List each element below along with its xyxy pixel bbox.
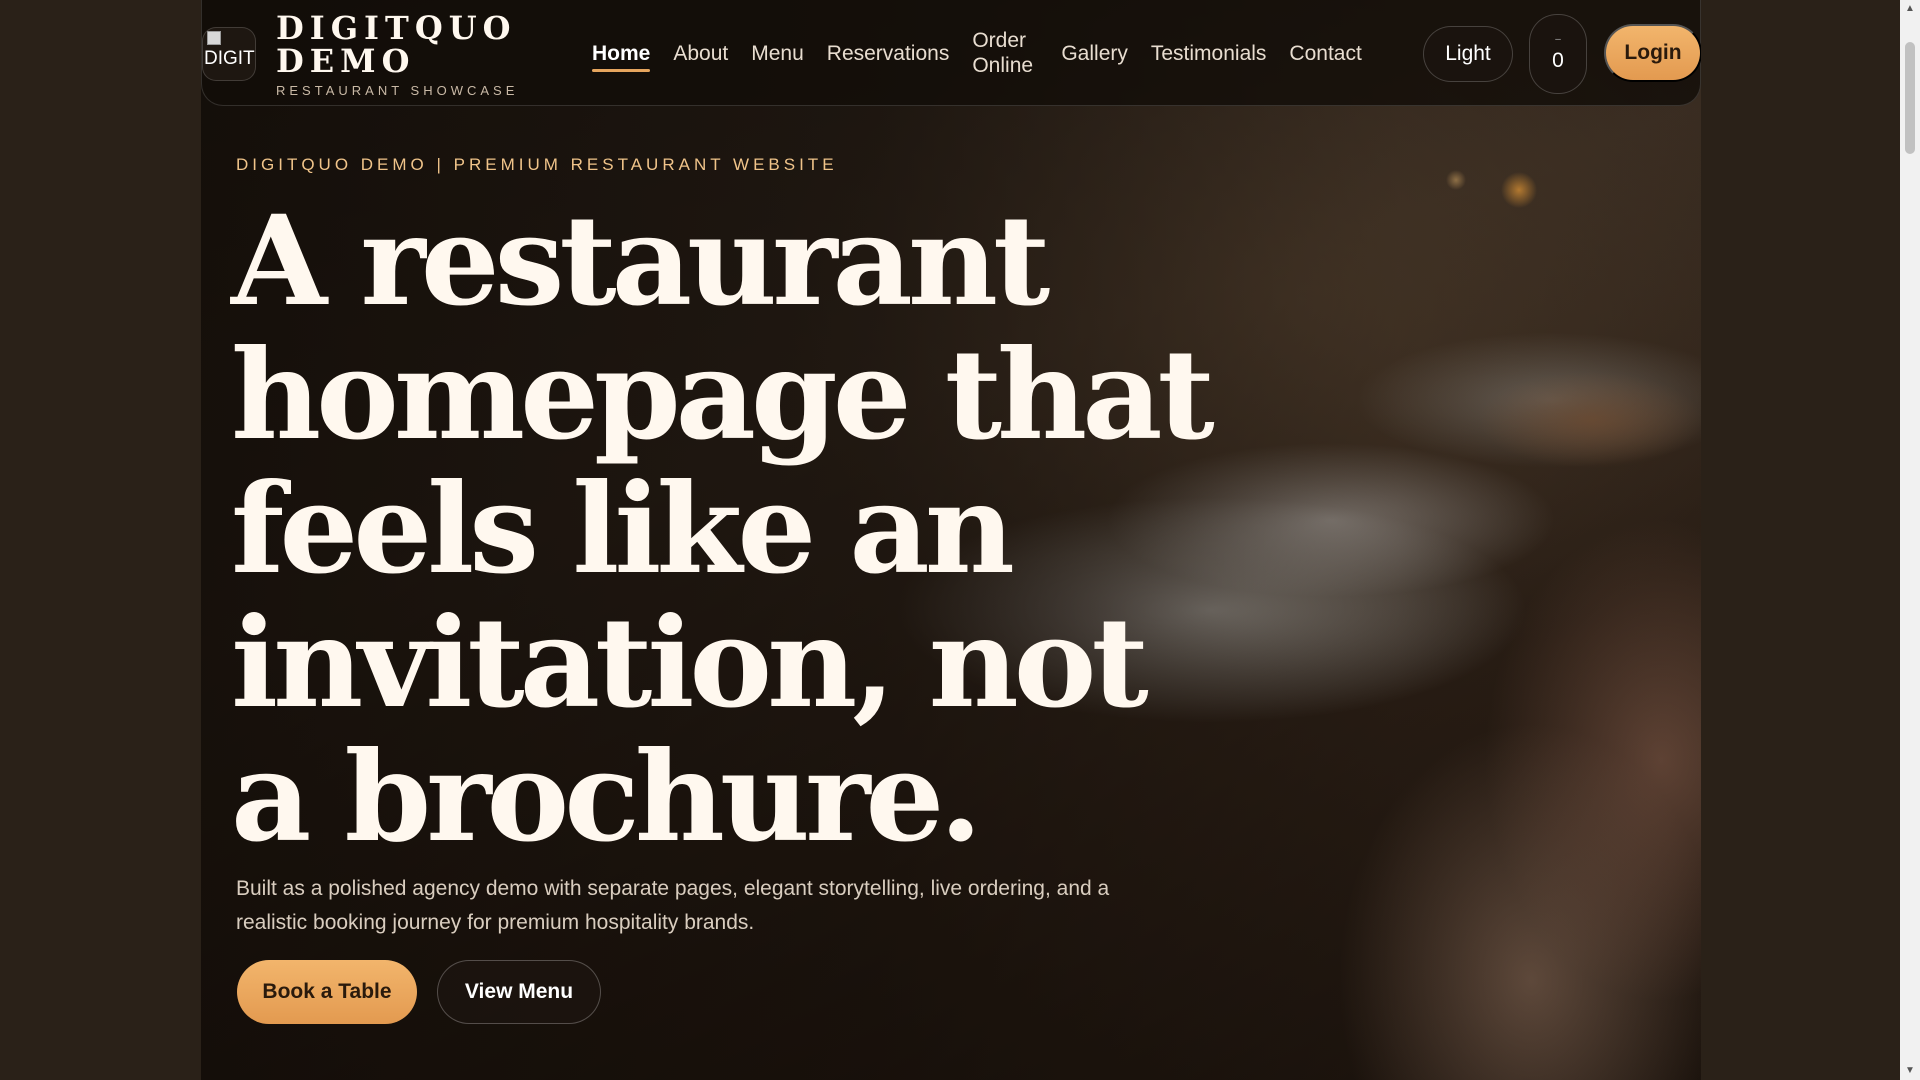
page-scrollbar[interactable]: ▲ ▼ bbox=[1900, 0, 1920, 1080]
site-header: DIGITQUO DIGITQUO DEMO RESTAURANT SHOWCA… bbox=[201, 0, 1701, 106]
logo-image[interactable]: DIGITQUO bbox=[202, 27, 256, 81]
broken-image-icon bbox=[207, 31, 221, 45]
scroll-up-arrow-icon[interactable]: ▲ bbox=[1900, 0, 1920, 18]
scroll-thumb[interactable] bbox=[1905, 42, 1915, 154]
hero-headline: A restaurant homepage that feels like an… bbox=[231, 189, 1215, 870]
nav-item-order-online[interactable]: Order Online bbox=[972, 28, 1038, 78]
theme-toggle-button[interactable]: Light bbox=[1423, 26, 1513, 82]
hero-eyebrow: DIGITQUO DEMO | PREMIUM RESTAURANT WEBSI… bbox=[236, 155, 838, 174]
hero-lead: Built as a polished agency demo with sep… bbox=[236, 877, 1110, 934]
logo-alt-text: DIGITQUO bbox=[204, 48, 255, 69]
nav-item-about[interactable]: About bbox=[673, 41, 728, 66]
scroll-down-arrow-icon[interactable]: ▼ bbox=[1900, 1062, 1920, 1080]
nav-item-testimonials[interactable]: Testimonials bbox=[1151, 41, 1267, 66]
view-menu-button[interactable]: View Menu bbox=[437, 960, 601, 1024]
brand-tagline: RESTAURANT SHOWCASE bbox=[276, 83, 519, 98]
login-button[interactable]: Login bbox=[1604, 24, 1701, 82]
nav-item-menu[interactable]: Menu bbox=[751, 41, 804, 66]
book-table-button[interactable]: Book a Table bbox=[237, 960, 417, 1024]
page-frame: DIGITQUO DIGITQUO DEMO RESTAURANT SHOWCA… bbox=[201, 0, 1701, 1080]
brand-name: DIGITQUO DEMO bbox=[276, 9, 517, 80]
brand-block[interactable]: DIGITQUO DEMO RESTAURANT SHOWCASE bbox=[276, 9, 519, 99]
nav-item-home[interactable]: Home bbox=[592, 41, 651, 72]
cart-count: 0 bbox=[1552, 49, 1564, 72]
cart-button[interactable]: ‒ 0 bbox=[1529, 14, 1587, 94]
cart-icon: ‒ bbox=[1555, 34, 1561, 45]
nav-item-reservations[interactable]: Reservations bbox=[827, 41, 950, 66]
nav-item-gallery[interactable]: Gallery bbox=[1061, 41, 1128, 66]
main-nav: Home About Menu Reservations Order Onlin… bbox=[592, 0, 1385, 106]
nav-item-contact[interactable]: Contact bbox=[1289, 41, 1361, 66]
